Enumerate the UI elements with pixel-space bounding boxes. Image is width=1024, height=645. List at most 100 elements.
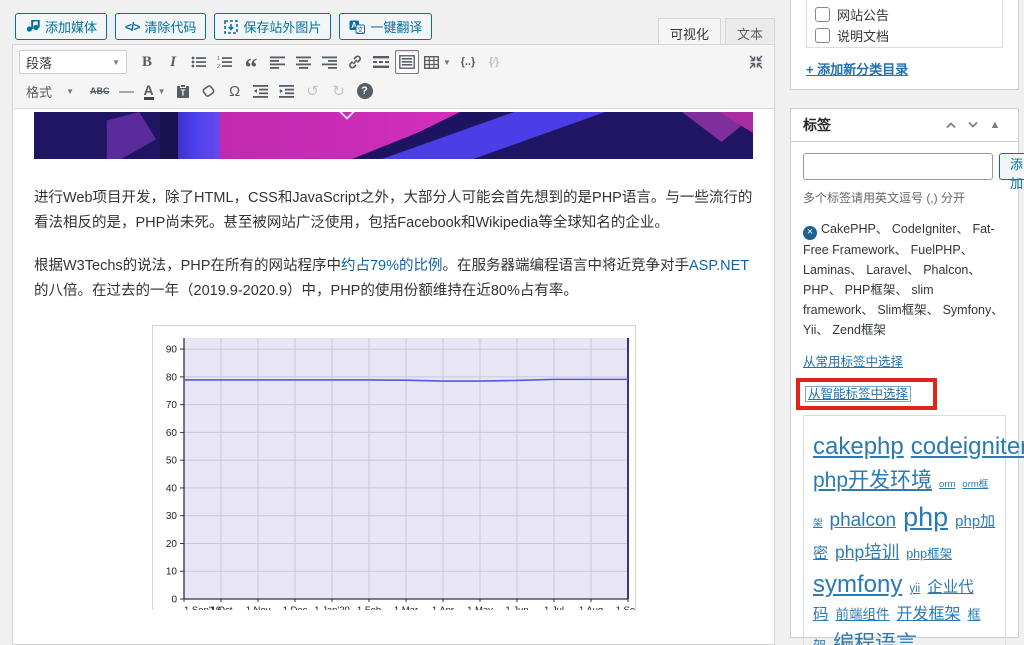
paragraph-1: 进行Web项目开发，除了HTML，CSS和JavaScript之外，大部分人可能… bbox=[34, 186, 753, 236]
tag-cloud-item[interactable]: codeigniter bbox=[911, 433, 1024, 460]
outdent-button[interactable] bbox=[249, 79, 273, 103]
tag-cloud-item[interactable]: 前端组件 bbox=[836, 607, 890, 622]
read-more-button[interactable] bbox=[369, 50, 393, 74]
distraction-free-button[interactable] bbox=[744, 50, 768, 74]
tag-cloud-item[interactable]: php框架 bbox=[906, 547, 952, 561]
help-icon: ? bbox=[357, 83, 373, 99]
svg-text:0: 0 bbox=[171, 595, 177, 606]
tag-cloud-item[interactable]: phalcon bbox=[830, 510, 897, 531]
tag-cloud-item[interactable]: cakephp bbox=[813, 433, 904, 460]
right-sidebar: 网站公告 说明文档 + 添加新分类目录 标签 ▲ 添加 多个标签请用英文 bbox=[790, 0, 1019, 638]
paragraph-format-dropdown[interactable]: 段落 ▼ bbox=[19, 50, 127, 74]
format-dropdown-value: 格式 bbox=[26, 82, 52, 101]
undo-button[interactable]: ↺ bbox=[301, 79, 325, 103]
svg-text:1 Dec: 1 Dec bbox=[282, 605, 307, 610]
paste-as-text-button[interactable]: T bbox=[171, 79, 195, 103]
code-edit-button[interactable]: {⁄} bbox=[482, 50, 506, 74]
svg-text:70: 70 bbox=[165, 400, 177, 411]
bullet-list-button[interactable] bbox=[187, 50, 211, 74]
save-external-images-label: 保存站外图片 bbox=[243, 17, 321, 36]
numbered-list-button[interactable]: 12 bbox=[213, 50, 237, 74]
tag-input-row: 添加 bbox=[803, 153, 1006, 180]
text-color-button[interactable]: A ▼ bbox=[141, 79, 169, 103]
eraser-icon bbox=[201, 85, 216, 98]
svg-text:1 Oct: 1 Oct bbox=[209, 605, 232, 610]
svg-text:30: 30 bbox=[165, 511, 177, 522]
format-dropdown[interactable]: 格式 ▼ bbox=[19, 79, 81, 103]
align-left-button[interactable] bbox=[265, 50, 289, 74]
read-more-icon bbox=[373, 55, 389, 69]
add-media-button[interactable]: 添加媒体 bbox=[15, 13, 107, 40]
move-up-icon[interactable] bbox=[940, 121, 962, 129]
clear-code-label: 清除代码 bbox=[144, 17, 196, 36]
choose-smart-tags-link[interactable]: 从智能标签中选择 bbox=[805, 386, 911, 402]
svg-text:文: 文 bbox=[357, 24, 364, 33]
indent-button[interactable] bbox=[275, 79, 299, 103]
remove-tag-icon[interactable]: × bbox=[803, 226, 817, 240]
save-external-images-button[interactable]: 保存站外图片 bbox=[214, 13, 331, 40]
horizontal-rule-button[interactable]: — bbox=[115, 79, 139, 103]
strikethrough-button[interactable]: ABC bbox=[87, 79, 113, 103]
tab-visual[interactable]: 可视化 bbox=[658, 18, 721, 45]
table-button[interactable]: ▼ bbox=[421, 50, 454, 74]
svg-text:1 Aug: 1 Aug bbox=[578, 605, 602, 610]
move-down-icon[interactable] bbox=[962, 121, 984, 129]
tag-cloud-item[interactable]: orm bbox=[939, 479, 955, 490]
italic-button[interactable]: I bbox=[161, 50, 185, 74]
paragraph-2-text: 根据W3Techs的说法，PHP在所有的网站程序中 bbox=[34, 258, 341, 274]
checkbox-icon[interactable] bbox=[815, 7, 830, 22]
tag-cloud-item[interactable]: yii bbox=[909, 583, 920, 595]
code-sample-button[interactable]: {..} bbox=[456, 50, 480, 74]
text-color-icon: A bbox=[144, 83, 154, 100]
blockquote-button[interactable]: “ bbox=[239, 50, 263, 74]
translate-label: 一键翻译 bbox=[370, 17, 422, 36]
keyboard-shortcuts-button[interactable]: ? bbox=[353, 79, 377, 103]
tags-panel-header[interactable]: 标签 ▲ bbox=[791, 109, 1018, 142]
category-item[interactable]: 说明文档 bbox=[815, 25, 1002, 46]
insert-link-button[interactable] bbox=[343, 50, 367, 74]
align-right-button[interactable] bbox=[317, 50, 341, 74]
clear-code-button[interactable]: </> 清除代码 bbox=[115, 13, 206, 40]
post-banner-image[interactable] bbox=[34, 112, 753, 159]
tag-cloud-item[interactable]: php培训 bbox=[835, 542, 899, 562]
banner-shape bbox=[178, 112, 220, 159]
category-label: 说明文档 bbox=[837, 26, 889, 45]
editor-content-area[interactable]: 进行Web项目开发，除了HTML，CSS和JavaScript之外，大部分人可能… bbox=[13, 109, 774, 610]
add-category-link[interactable]: + 添加新分类目录 bbox=[806, 59, 908, 78]
svg-text:1 Jan'20: 1 Jan'20 bbox=[314, 605, 350, 610]
clear-code-icon: </> bbox=[125, 20, 139, 34]
collapse-panel-icon[interactable]: ▲ bbox=[984, 119, 1006, 131]
chevron-down-icon: ▼ bbox=[66, 87, 74, 96]
add-tag-button[interactable]: 添加 bbox=[999, 153, 1024, 180]
tag-cloud-item[interactable]: symfony bbox=[813, 571, 902, 598]
toolbar-toggle-button[interactable] bbox=[395, 50, 419, 74]
checkbox-icon[interactable] bbox=[815, 28, 830, 43]
svg-text:80: 80 bbox=[165, 372, 177, 383]
category-label: 网站公告 bbox=[837, 5, 889, 24]
translate-button[interactable]: A 文 一键翻译 bbox=[339, 13, 432, 40]
clear-formatting-button[interactable] bbox=[197, 79, 221, 103]
tab-text[interactable]: 文本 bbox=[725, 18, 775, 45]
tags-panel: 标签 ▲ 添加 多个标签请用英文逗号 (,) 分开 ×CakePHP、 Code… bbox=[790, 108, 1019, 638]
aspnet-link[interactable]: ASP.NET bbox=[689, 258, 749, 274]
banner-shape bbox=[160, 112, 178, 159]
svg-text:1 Nov: 1 Nov bbox=[245, 605, 270, 610]
svg-text:20: 20 bbox=[165, 539, 177, 550]
share-ratio-link[interactable]: 约占79%的比例 bbox=[341, 258, 443, 274]
choose-common-tags-link[interactable]: 从常用标签中选择 bbox=[803, 351, 903, 370]
special-character-button[interactable]: Ω bbox=[223, 79, 247, 103]
align-center-button[interactable] bbox=[291, 50, 315, 74]
tag-cloud-item[interactable]: 编程语言 bbox=[833, 632, 917, 645]
tag-cloud-item[interactable]: 开发框架 bbox=[897, 606, 961, 623]
tags-panel-body: 添加 多个标签请用英文逗号 (,) 分开 ×CakePHP、 CodeIgnit… bbox=[791, 142, 1018, 645]
bold-button[interactable]: B bbox=[135, 50, 159, 74]
new-tag-input[interactable] bbox=[803, 153, 993, 180]
media-buttons-row: 添加媒体 </> 清除代码 保存站外图片 A 文 一键翻译 bbox=[15, 13, 432, 40]
tag-cloud-item[interactable]: php bbox=[903, 502, 948, 532]
redo-button[interactable]: ↻ bbox=[327, 79, 351, 103]
post-editor: 添加媒体 </> 清除代码 保存站外图片 A 文 一键翻译 可视化 文本 bbox=[12, 0, 775, 645]
category-item[interactable]: 网站公告 bbox=[815, 4, 1002, 25]
editor-chrome: 段落 ▼ B I 12 “ bbox=[12, 44, 775, 645]
fullscreen-collapse-icon bbox=[748, 54, 764, 70]
link-icon bbox=[347, 54, 363, 70]
